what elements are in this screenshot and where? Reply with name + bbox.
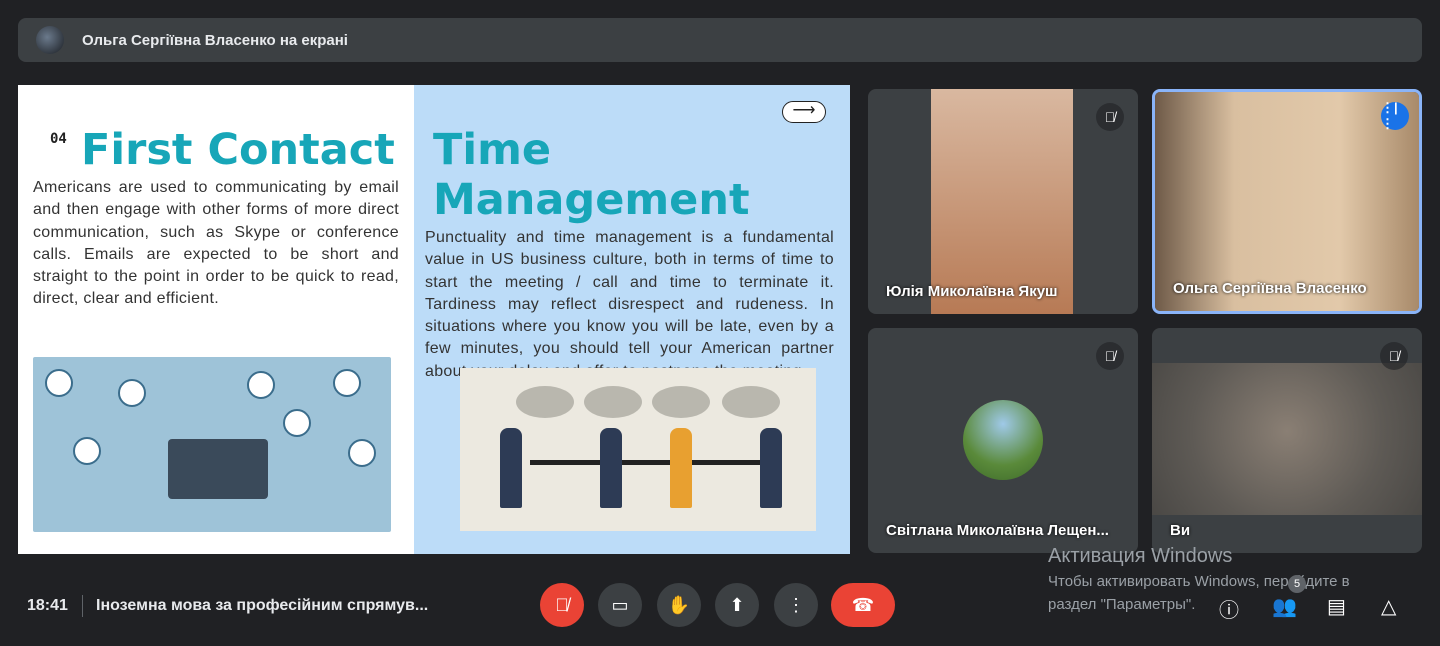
present-icon: ⬆: [729, 594, 745, 615]
activities-icon[interactable]: △: [1381, 594, 1396, 619]
left-title: First Contact: [81, 125, 395, 175]
mic-off-icon: 🎙̸: [555, 594, 569, 615]
hand-icon: ✋: [667, 594, 691, 615]
participant-tile-speaking[interactable]: ⋮|⋮ Ольга Сергіївна Власенко: [1152, 89, 1422, 314]
participant-tile[interactable]: 🎙̸ Юлія Миколаївна Якуш: [868, 89, 1138, 314]
avatar: [36, 26, 64, 54]
windows-watermark-title: Активация Windows: [1048, 545, 1233, 567]
speaking-indicator-icon: ⋮|⋮: [1381, 100, 1409, 131]
end-call-icon: ☎: [851, 594, 875, 615]
control-bar: 18:41 Іноземна мова за професійним спрям…: [0, 570, 1440, 646]
participant-tile[interactable]: 🎙̸ Світлана Миколаївна Лещен...: [868, 328, 1138, 553]
meeting-illustration: [460, 368, 816, 531]
meeting-title: Іноземна мова за професійним спрямув...: [96, 597, 429, 614]
communication-illustration: [33, 357, 391, 532]
people-icon[interactable]: 👥: [1272, 594, 1297, 619]
avatar: [963, 400, 1043, 480]
presenting-bar: Ольга Сергіївна Власенко на екрані: [18, 18, 1422, 62]
slide-right-panel: ⟶ Time Management Punctuality and time m…: [414, 85, 850, 554]
participant-count-badge: 5: [1288, 575, 1306, 593]
clock: 18:41: [27, 597, 68, 614]
slide-number: 04: [50, 131, 67, 147]
participant-tile-self[interactable]: 🎙̸ Ви: [1152, 328, 1422, 553]
participant-name: Світлана Миколаївна Лещен...: [886, 522, 1109, 539]
right-title: Time Management: [433, 125, 750, 225]
mic-off-icon: 🎙̸: [1096, 103, 1124, 131]
mic-toggle-button[interactable]: 🎙̸: [540, 583, 584, 627]
next-arrow-icon[interactable]: ⟶: [782, 101, 826, 123]
camera-toggle-button[interactable]: ▭: [598, 583, 642, 627]
mic-off-icon: 🎙̸: [1380, 342, 1408, 370]
participant-name: Ви: [1170, 522, 1191, 539]
leave-call-button[interactable]: ☎: [831, 583, 895, 627]
right-body: Punctuality and time management is a fun…: [425, 229, 834, 380]
meeting-info-icon[interactable]: ⓘ: [1219, 594, 1239, 623]
camera-icon: ▭: [611, 594, 629, 615]
windows-watermark-line2: раздел "Параметры".: [1048, 596, 1196, 613]
mic-off-icon: 🎙̸: [1096, 342, 1124, 370]
shared-slide: 04 First Contact Americans are used to c…: [18, 85, 850, 554]
participant-name: Ольга Сергіївна Власенко: [1173, 280, 1367, 297]
participant-name: Юлія Миколаївна Якуш: [886, 283, 1058, 300]
divider: [82, 595, 83, 617]
slide-left-panel: 04 First Contact Americans are used to c…: [18, 85, 414, 554]
chat-icon[interactable]: ▤: [1327, 594, 1346, 619]
raise-hand-button[interactable]: ✋: [657, 583, 701, 627]
presenting-label: Ольга Сергіївна Власенко на екрані: [82, 31, 348, 49]
left-body: Americans are used to communicating by e…: [33, 179, 399, 308]
more-vert-icon: ⋮: [787, 594, 805, 615]
present-button[interactable]: ⬆: [715, 583, 759, 627]
more-options-button[interactable]: ⋮: [774, 583, 818, 627]
